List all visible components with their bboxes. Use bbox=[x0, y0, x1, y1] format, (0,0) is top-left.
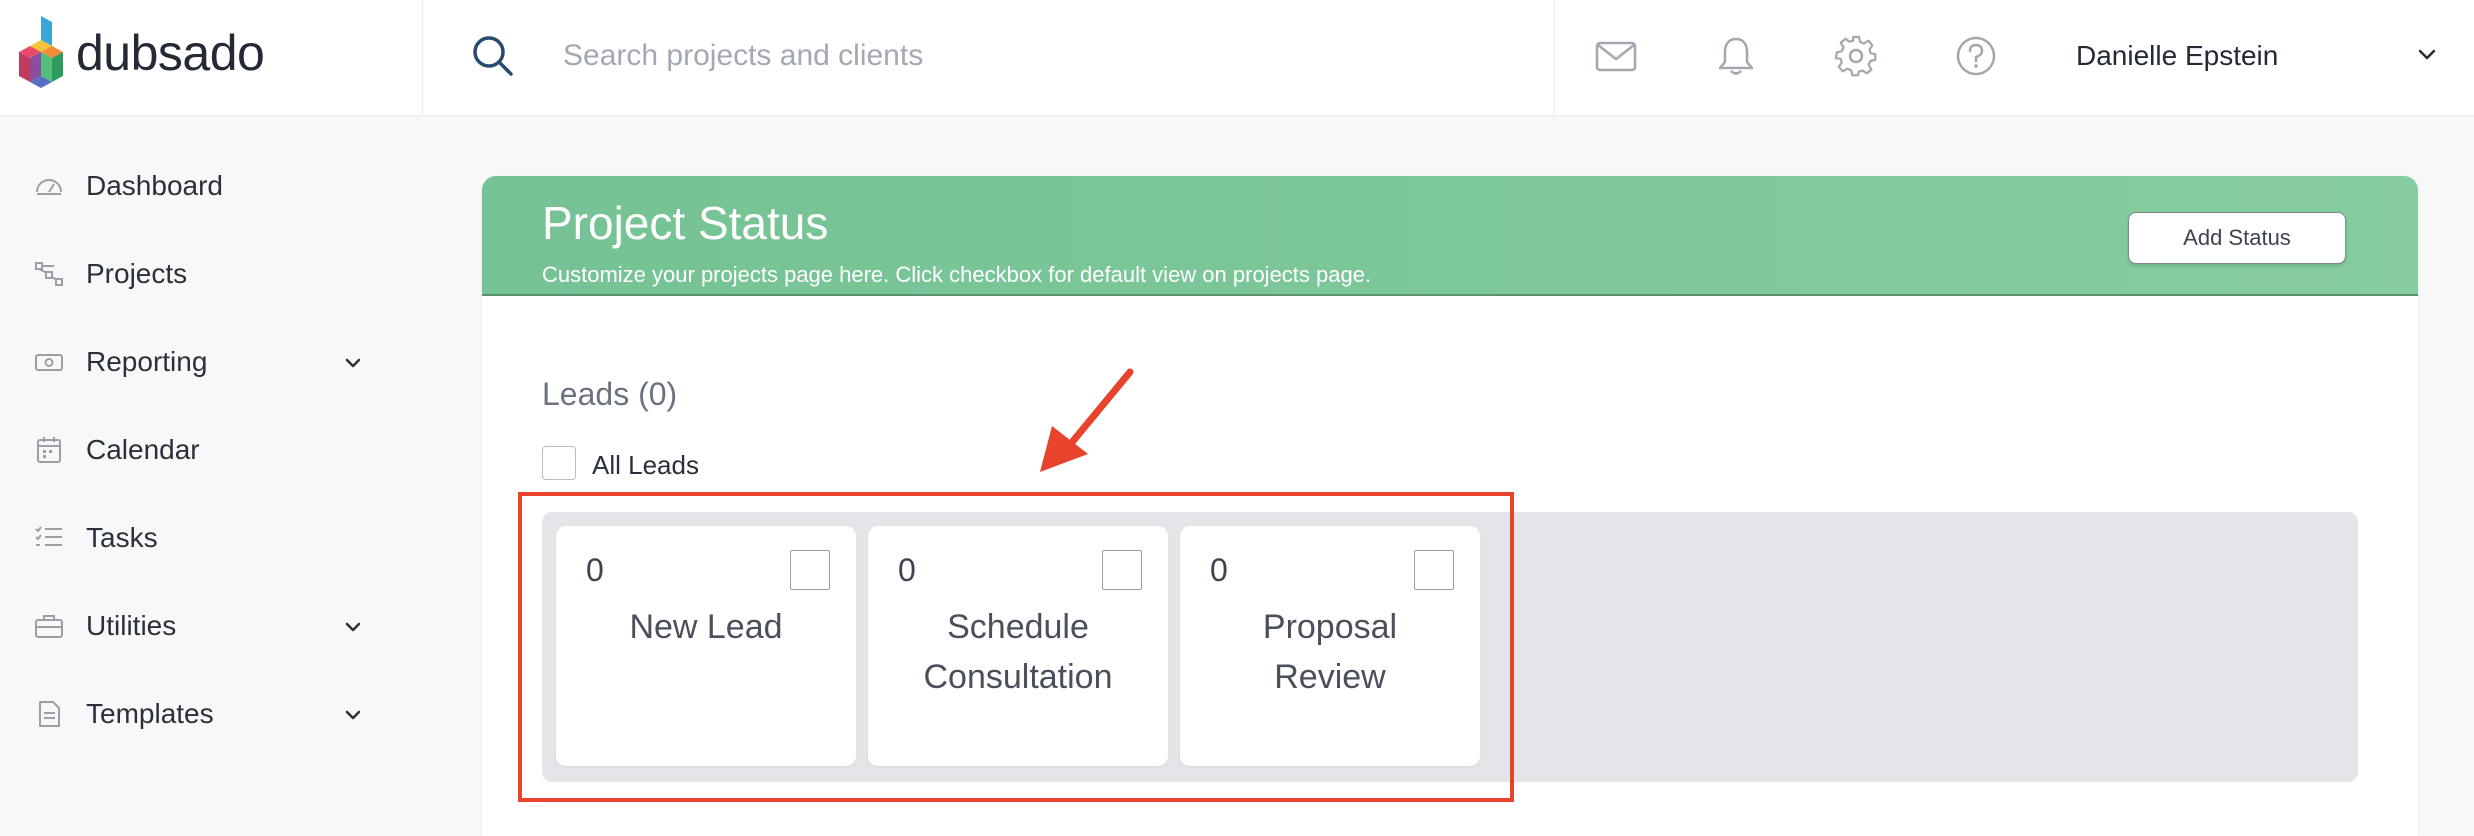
chevron-down-icon[interactable] bbox=[342, 616, 364, 638]
bell-icon[interactable] bbox=[1714, 34, 1758, 78]
all-leads-label[interactable]: All Leads bbox=[592, 450, 699, 481]
annotation-highlight-box bbox=[518, 492, 1514, 802]
chevron-down-icon[interactable] bbox=[2416, 44, 2438, 66]
top-bar: dubsado Danielle Epstein bbox=[0, 0, 2474, 116]
sidebar-item-label: Reporting bbox=[86, 346, 208, 377]
calendar-icon bbox=[37, 437, 61, 463]
templates-icon bbox=[39, 701, 60, 727]
search-input[interactable] bbox=[563, 30, 1463, 82]
sidebar-item-templates[interactable]: Templates bbox=[0, 684, 390, 744]
sidebar-item-label: Calendar bbox=[86, 434, 200, 465]
add-status-button[interactable]: Add Status bbox=[2128, 212, 2346, 264]
all-leads-checkbox[interactable] bbox=[542, 446, 576, 480]
mail-icon[interactable] bbox=[1594, 34, 1638, 78]
sidebar-item-projects[interactable]: Projects bbox=[0, 244, 390, 304]
tasks-icon bbox=[35, 526, 62, 546]
sidebar-item-label: Projects bbox=[86, 258, 188, 289]
chevron-down-icon[interactable] bbox=[342, 352, 364, 374]
sidebar-item-label: Tasks bbox=[86, 522, 158, 553]
dashboard-icon bbox=[36, 179, 62, 195]
logo-text[interactable]: dubsado bbox=[76, 24, 265, 82]
sidebar-item-tasks[interactable]: Tasks bbox=[0, 508, 390, 568]
search-icon[interactable] bbox=[471, 34, 515, 78]
page-subtitle: Customize your projects page here. Click… bbox=[542, 262, 1372, 287]
logo-area: dubsado bbox=[0, 0, 423, 116]
sidebar-item-calendar[interactable]: Calendar bbox=[0, 420, 390, 480]
chevron-down-icon[interactable] bbox=[342, 704, 364, 726]
annotation-arrow-icon bbox=[1040, 368, 1134, 472]
help-icon[interactable] bbox=[1954, 34, 1998, 78]
reporting-icon bbox=[35, 354, 63, 371]
sidebar-item-label: Templates bbox=[86, 698, 214, 729]
page-title: Project Status bbox=[542, 197, 829, 249]
sidebar-item-reporting[interactable]: Reporting bbox=[0, 332, 390, 392]
user-name[interactable]: Danielle Epstein bbox=[2076, 40, 2278, 72]
projects-icon bbox=[35, 262, 63, 286]
search-area bbox=[423, 0, 1555, 116]
sidebar-item-label: Dashboard bbox=[86, 170, 223, 201]
dubsado-logo-icon[interactable] bbox=[18, 16, 64, 90]
sidebar-item-dashboard[interactable]: Dashboard bbox=[0, 156, 390, 216]
sidebar-item-label: Utilities bbox=[86, 610, 177, 641]
card-header: Project Status Customize your projects p… bbox=[482, 176, 2418, 296]
sidebar: Dashboard Projects Reporting Calendar Ta… bbox=[0, 116, 400, 814]
gear-icon[interactable] bbox=[1834, 34, 1878, 78]
sidebar-item-utilities[interactable]: Utilities bbox=[0, 596, 390, 656]
leads-section-title: Leads (0) bbox=[542, 376, 678, 412]
utilities-icon bbox=[35, 615, 63, 638]
